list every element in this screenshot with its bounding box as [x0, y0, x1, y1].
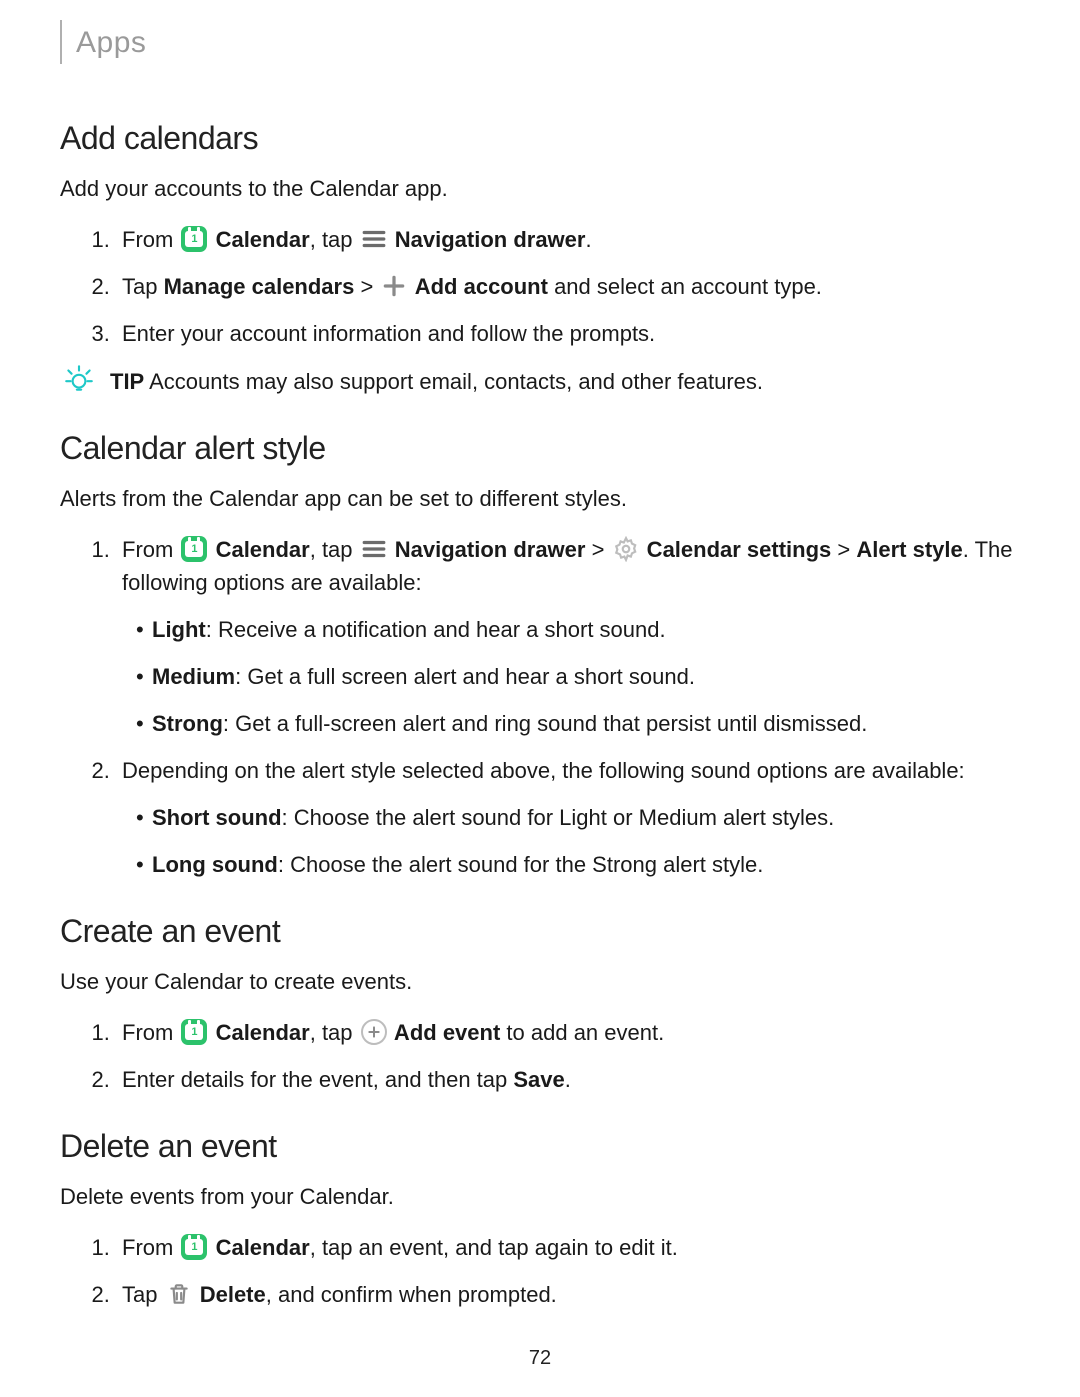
heading-delete-event: Delete an event	[60, 1122, 1020, 1170]
add-event-icon	[361, 1019, 387, 1045]
step: From 1 Calendar, tap Navigation drawer >…	[116, 533, 1020, 740]
settings-gear-icon	[613, 536, 639, 562]
list-item: Medium: Get a full screen alert and hear…	[152, 660, 1020, 693]
heading-add-calendars: Add calendars	[60, 114, 1020, 162]
navigation-drawer-icon	[361, 226, 387, 252]
navigation-drawer-icon	[361, 536, 387, 562]
intro-delete-event: Delete events from your Calendar.	[60, 1180, 1020, 1213]
delete-trash-icon	[166, 1281, 192, 1307]
tip-bulb-icon	[62, 362, 96, 396]
step: Tap Delete, and confirm when prompted.	[116, 1278, 1020, 1311]
add-icon	[381, 273, 407, 299]
heading-alert-style: Calendar alert style	[60, 424, 1020, 472]
list-item: Long sound: Choose the alert sound for t…	[152, 848, 1020, 881]
page-number: 72	[0, 1343, 1080, 1373]
steps-create-event: From 1 Calendar, tap Add event to add an…	[60, 1016, 1020, 1096]
heading-create-event: Create an event	[60, 907, 1020, 955]
step: Enter your account information and follo…	[116, 317, 1020, 350]
step: From 1 Calendar, tap Add event to add an…	[116, 1016, 1020, 1049]
sublist: Short sound: Choose the alert sound for …	[122, 801, 1020, 881]
step: From 1 Calendar, tap an event, and tap a…	[116, 1231, 1020, 1264]
intro-add-calendars: Add your accounts to the Calendar app.	[60, 172, 1020, 205]
calendar-app-icon: 1	[181, 1234, 207, 1260]
steps-alert-style: From 1 Calendar, tap Navigation drawer >…	[60, 533, 1020, 881]
list-item: Light: Receive a notification and hear a…	[152, 613, 1020, 646]
list-item: Strong: Get a full-screen alert and ring…	[152, 707, 1020, 740]
steps-delete-event: From 1 Calendar, tap an event, and tap a…	[60, 1231, 1020, 1311]
tip-label: TIP	[110, 369, 144, 394]
calendar-app-icon: 1	[181, 226, 207, 252]
calendar-app-icon: 1	[181, 1019, 207, 1045]
page-header: Apps	[60, 20, 1020, 64]
intro-create-event: Use your Calendar to create events.	[60, 965, 1020, 998]
sublist: Light: Receive a notification and hear a…	[122, 613, 1020, 740]
step: Depending on the alert style selected ab…	[116, 754, 1020, 881]
step: From 1 Calendar, tap Navigation drawer.	[116, 223, 1020, 256]
list-item: Short sound: Choose the alert sound for …	[152, 801, 1020, 834]
breadcrumb: Apps	[76, 20, 146, 65]
tip-text: Accounts may also support email, contact…	[144, 369, 763, 394]
tip-callout: TIP Accounts may also support email, con…	[60, 364, 1020, 398]
calendar-app-icon: 1	[181, 536, 207, 562]
step: Enter details for the event, and then ta…	[116, 1063, 1020, 1096]
steps-add-calendars: From 1 Calendar, tap Navigation drawer. …	[60, 223, 1020, 350]
intro-alert-style: Alerts from the Calendar app can be set …	[60, 482, 1020, 515]
step: Tap Manage calendars > Add account and s…	[116, 270, 1020, 303]
